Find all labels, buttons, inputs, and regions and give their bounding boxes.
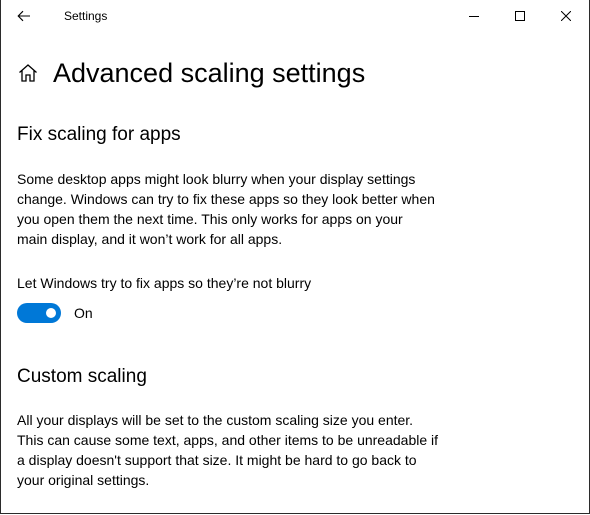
description-line: Some desktop apps might look blurry when… bbox=[17, 171, 416, 187]
toggle-knob bbox=[46, 308, 56, 318]
back-button[interactable] bbox=[9, 2, 39, 30]
custom-scaling-heading: Custom scaling bbox=[17, 366, 147, 387]
settings-window: Settings Advanced scaling settings Fix s… bbox=[0, 0, 590, 514]
close-icon bbox=[561, 11, 571, 21]
close-button[interactable] bbox=[543, 0, 589, 32]
description-line: a display doesn't support that size. It … bbox=[17, 452, 417, 468]
description-line: your original settings. bbox=[17, 472, 150, 488]
description-line: you open them the next time. This only w… bbox=[17, 211, 403, 227]
fix-blurry-apps-toggle[interactable] bbox=[17, 303, 61, 323]
home-button[interactable] bbox=[17, 62, 39, 84]
title-bar: Settings bbox=[1, 0, 589, 32]
minimize-icon bbox=[469, 16, 479, 17]
back-arrow-icon bbox=[17, 10, 30, 22]
description-line: change. Windows can try to fix these app… bbox=[17, 191, 435, 207]
toggle-state-label: On bbox=[74, 305, 93, 321]
window-title: Settings bbox=[64, 9, 108, 23]
description-line: All your displays will be set to the cus… bbox=[17, 412, 414, 428]
description-line: main display, and it won’t work for all … bbox=[17, 231, 283, 247]
fix-scaling-description: Some desktop apps might look blurry when… bbox=[17, 169, 487, 249]
minimize-button[interactable] bbox=[451, 0, 497, 32]
fix-blurry-apps-label: Let Windows try to fix apps so they’re n… bbox=[17, 275, 312, 291]
fix-scaling-heading: Fix scaling for apps bbox=[17, 124, 181, 145]
home-icon bbox=[19, 64, 37, 82]
custom-scaling-description: All your displays will be set to the cus… bbox=[17, 410, 487, 490]
description-line: This can cause some text, apps, and othe… bbox=[17, 432, 439, 448]
maximize-icon bbox=[515, 11, 525, 21]
maximize-button[interactable] bbox=[497, 0, 543, 32]
page-title: Advanced scaling settings bbox=[53, 58, 366, 88]
